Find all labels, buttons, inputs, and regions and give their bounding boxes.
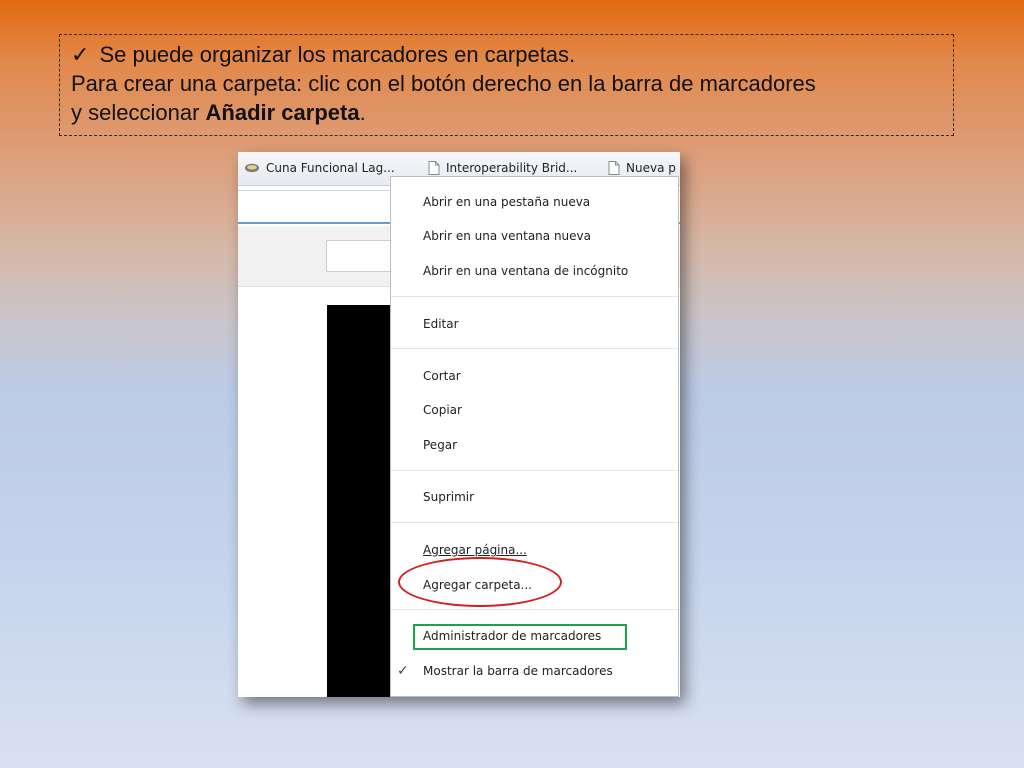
callout-line-3: y seleccionar Añadir carpeta. [71,98,953,127]
menu-item-paste[interactable]: Pegar [423,437,457,453]
menu-separator [391,296,678,297]
checkmark-icon: ✓ [71,42,90,67]
menu-item-add-page[interactable]: Agregar página... [423,542,527,558]
bookmark-item[interactable]: Cuna Funcional Lag... [244,161,395,175]
callout-line-2: Para crear una carpeta: clic con el botó… [71,71,816,96]
check-icon: ✓ [397,663,409,679]
callout-text-3b: . [359,100,366,125]
menu-item-open-new-window[interactable]: Abrir en una ventana nueva [423,228,591,244]
page-black-content [327,305,397,697]
bookmark-label: Cuna Funcional Lag... [266,161,395,175]
callout-bold-term: Añadir carpeta [205,100,360,125]
bookmark-context-menu: Abrir en una pestaña nueva Abrir en una … [390,176,679,697]
menu-item-open-incognito[interactable]: Abrir en una ventana de incógnito [423,263,628,279]
callout-text-3a: y seleccionar [71,100,206,125]
menu-separator [391,348,678,349]
bookmark-label: Interoperability Brid... [446,161,578,175]
page-icon [608,161,620,175]
highlight-ellipse-add-folder [398,557,562,607]
bookmark-label: Nueva p [626,161,676,175]
instruction-callout: ✓ Se puede organizar los marcadores en ca… [59,34,954,136]
menu-item-cut[interactable]: Cortar [423,368,461,384]
callout-line-1: ✓ Se puede organizar los marcadores en ca… [71,40,953,69]
page-icon [428,161,440,175]
menu-item-show-bookmarks-bar[interactable]: Mostrar la barra de marcadores [423,663,613,679]
menu-separator [391,609,678,610]
menu-item-copy[interactable]: Copiar [423,402,462,418]
menu-item-edit[interactable]: Editar [423,316,459,332]
callout-text-1: Se puede organizar los marcadores en car… [99,42,576,67]
menu-separator [391,470,678,471]
menu-item-open-new-tab[interactable]: Abrir en una pestaña nueva [423,194,590,210]
menu-item-delete[interactable]: Suprimir [423,489,474,505]
bookmark-item[interactable]: Interoperability Brid... [428,161,577,175]
menu-separator [391,522,678,523]
bookmark-item[interactable]: Nueva p [608,161,676,175]
site-favicon-icon [245,163,259,173]
highlight-box-bookmark-manager [413,624,627,650]
